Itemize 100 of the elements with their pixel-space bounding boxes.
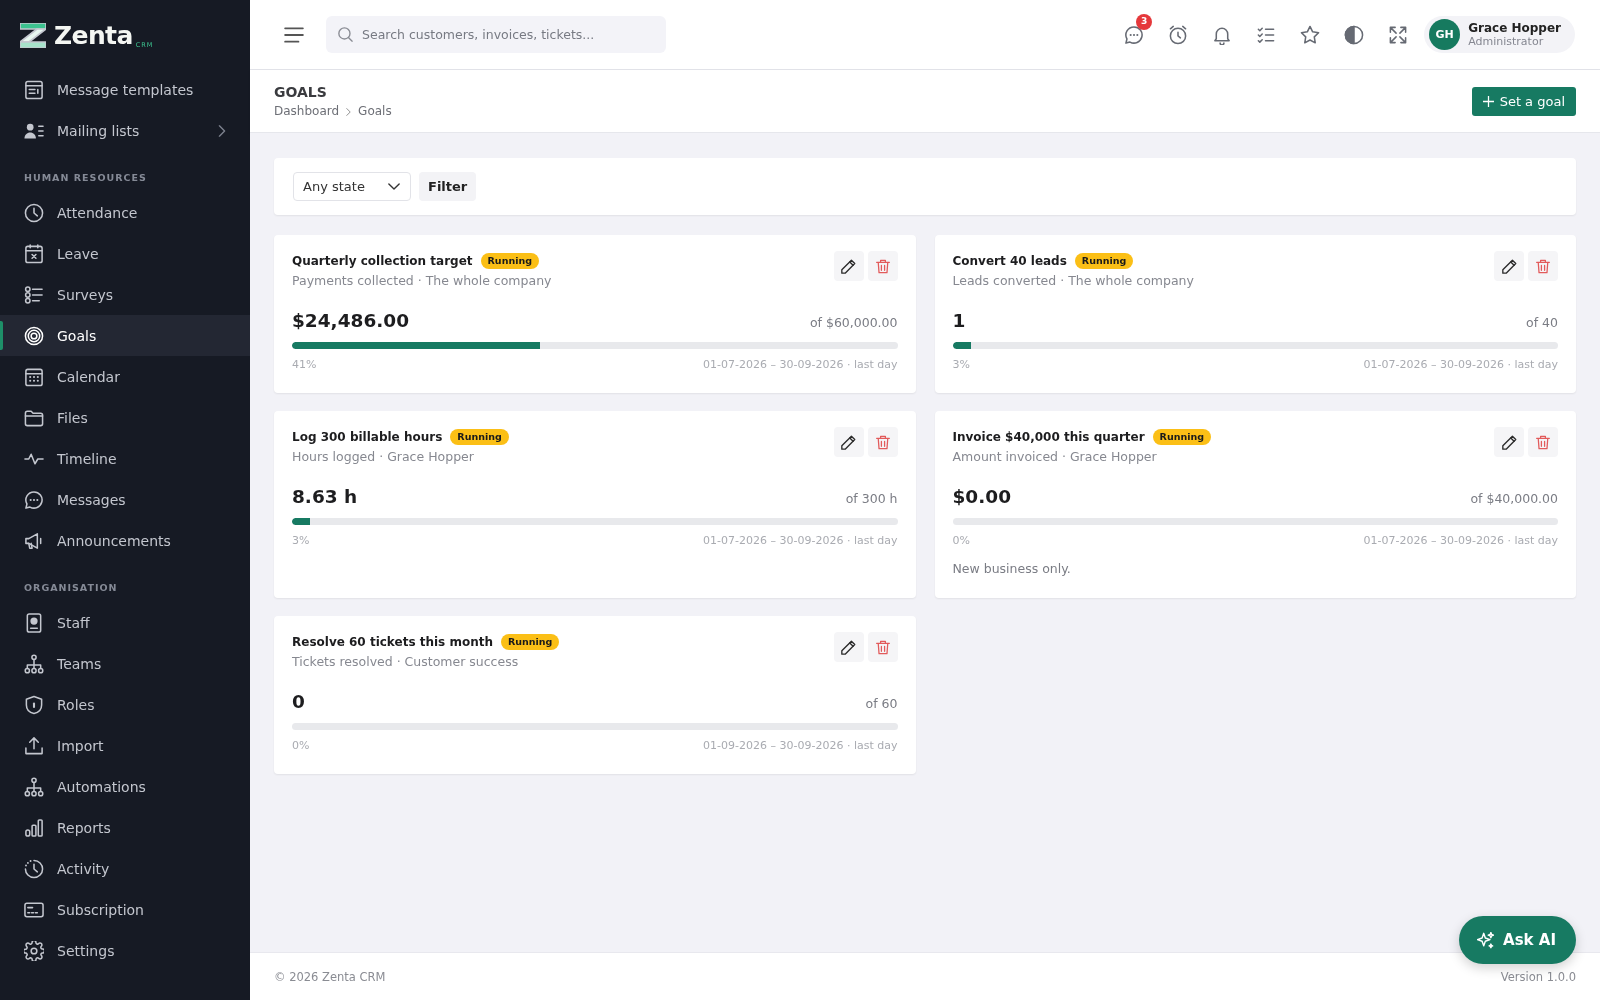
trash-icon [875, 258, 890, 274]
breadcrumb-current: Goals [358, 104, 392, 119]
delete-button[interactable] [867, 632, 898, 662]
goal-value: 1 [952, 309, 966, 333]
sidebar-item[interactable]: Message templates [0, 69, 250, 110]
chat-icon [24, 489, 44, 510]
upload-icon [24, 735, 44, 756]
goal-period: 01-09-2026 – 30-09-2026 · last day [703, 738, 898, 754]
star-icon [1300, 24, 1321, 45]
progress-percent: 41% [292, 357, 317, 373]
user-chip[interactable]: GH Grace Hopper Administrator [1424, 16, 1575, 53]
pencil-icon [841, 434, 856, 450]
goal-title: Convert 40 leads [952, 253, 1067, 270]
sidebar-item[interactable]: Goals [0, 315, 250, 356]
goal-value: 8.63 h [292, 485, 358, 509]
megaphone-icon [24, 530, 44, 551]
sidebar-item[interactable]: Calendar [0, 356, 250, 397]
status-badge: Running [501, 634, 560, 650]
trash-icon [875, 434, 890, 450]
sidebar-item[interactable]: Leave [0, 233, 250, 274]
goal-title: Quarterly collection target [292, 253, 473, 270]
goal-target: of $40,000.00 [1470, 491, 1558, 506]
goal-title: Invoice $40,000 this quarter [952, 429, 1145, 446]
edit-button[interactable] [1494, 251, 1524, 281]
sidebar-item[interactable]: Teams [0, 643, 250, 684]
state-select[interactable]: Any state [293, 172, 411, 201]
shield-icon [24, 694, 44, 715]
progress-percent: 0% [292, 738, 310, 754]
goal-period: 01-07-2026 – 30-09-2026 · last day [1363, 533, 1558, 549]
breadcrumb-link[interactable]: Dashboard [274, 104, 340, 119]
document-icon [24, 79, 44, 100]
sidebar-item[interactable]: Surveys [0, 274, 250, 315]
checklist-icon [24, 284, 44, 305]
sidebar-item[interactable]: Subscription [0, 889, 250, 930]
chevron-down-icon [388, 183, 400, 190]
sidebar-item[interactable]: Roles [0, 684, 250, 725]
sidebar-item[interactable]: Announcements [0, 520, 250, 561]
id-badge-icon [24, 612, 44, 633]
z-logo-icon [20, 23, 46, 48]
search-icon [338, 27, 353, 42]
copyright-text: © 2026 Zenta CRM [274, 969, 386, 984]
sidebar-item[interactable]: Activity [0, 848, 250, 889]
edit-button[interactable] [833, 427, 864, 457]
sidebar-item[interactable]: Mailing lists [0, 110, 250, 151]
chat-icon [1124, 24, 1145, 45]
sidebar-item[interactable]: Reports [0, 807, 250, 848]
sparkle-icon [1477, 931, 1495, 949]
sidebar-item[interactable]: Attendance [0, 192, 250, 233]
sidebar-item[interactable]: Automations [0, 766, 250, 807]
chevron-right-icon [346, 107, 352, 116]
page-title: GOALS [274, 83, 328, 101]
goal-value: 0 [292, 690, 305, 714]
search-field[interactable]: Search customers, invoices, tickets... [326, 16, 666, 53]
hierarchy-icon [24, 653, 44, 674]
progress-percent: 3% [952, 357, 970, 373]
status-badge: Running [1074, 253, 1134, 269]
pencil-icon [1501, 258, 1517, 274]
goal-value: $24,486.00 [292, 309, 410, 333]
edit-button[interactable] [833, 632, 864, 662]
progress-percent: 0% [952, 533, 970, 549]
notification-badge: 3 [1136, 13, 1153, 30]
filter-button[interactable]: Filter [419, 172, 477, 201]
sidebar-item[interactable]: Messages [0, 479, 250, 520]
goal-subtitle: Payments collected · The whole company [292, 272, 552, 290]
section-heading: HUMAN RESOURCES [23, 171, 148, 185]
progress-percent: 3% [292, 533, 310, 549]
goal-period: 01-07-2026 – 30-09-2026 · last day [1363, 357, 1558, 373]
goal-target: of $60,000.00 [809, 315, 898, 330]
goal-title: Resolve 60 tickets this month [292, 634, 493, 651]
hierarchy-icon [24, 776, 44, 797]
calendar-icon [24, 366, 44, 387]
status-badge: Running [450, 429, 509, 445]
goal-period: 01-07-2026 – 30-09-2026 · last day [703, 357, 898, 373]
edit-button[interactable] [833, 251, 864, 281]
goal-period: 01-07-2026 – 30-09-2026 · last day [703, 533, 898, 549]
menu-icon [284, 24, 304, 45]
goal-target: of 300 h [845, 491, 898, 506]
goal-subtitle: Hours logged · Grace Hopper [292, 448, 475, 466]
alarm-clock-icon [1168, 24, 1189, 45]
clock-icon [24, 858, 44, 879]
version-text: Version 1.0.0 [1500, 969, 1576, 984]
sidebar-item[interactable]: Staff [0, 602, 250, 643]
ask-ai-button[interactable]: Ask AI [1459, 916, 1576, 964]
goal-subtitle: Leads converted · The whole company [952, 272, 1194, 290]
goal-note: New business only. [952, 560, 1072, 578]
sidebar-item[interactable]: Timeline [0, 438, 250, 479]
delete-button[interactable] [867, 251, 898, 281]
set-goal-button[interactable]: Set a goal [1471, 86, 1576, 116]
goal-title: Log 300 billable hours [292, 429, 443, 446]
pencil-icon [841, 258, 856, 274]
sidebar-item[interactable]: Import [0, 725, 250, 766]
sidebar-item[interactable]: Settings [0, 930, 250, 971]
target-icon [24, 325, 44, 346]
delete-button[interactable] [867, 427, 898, 457]
avatar: GH [1429, 19, 1461, 50]
contrast-icon [1344, 24, 1365, 45]
trash-icon [1536, 258, 1550, 274]
user-role: Administrator [1468, 34, 1544, 49]
edit-button[interactable] [1494, 427, 1524, 457]
sidebar-item[interactable]: Files [0, 397, 250, 438]
